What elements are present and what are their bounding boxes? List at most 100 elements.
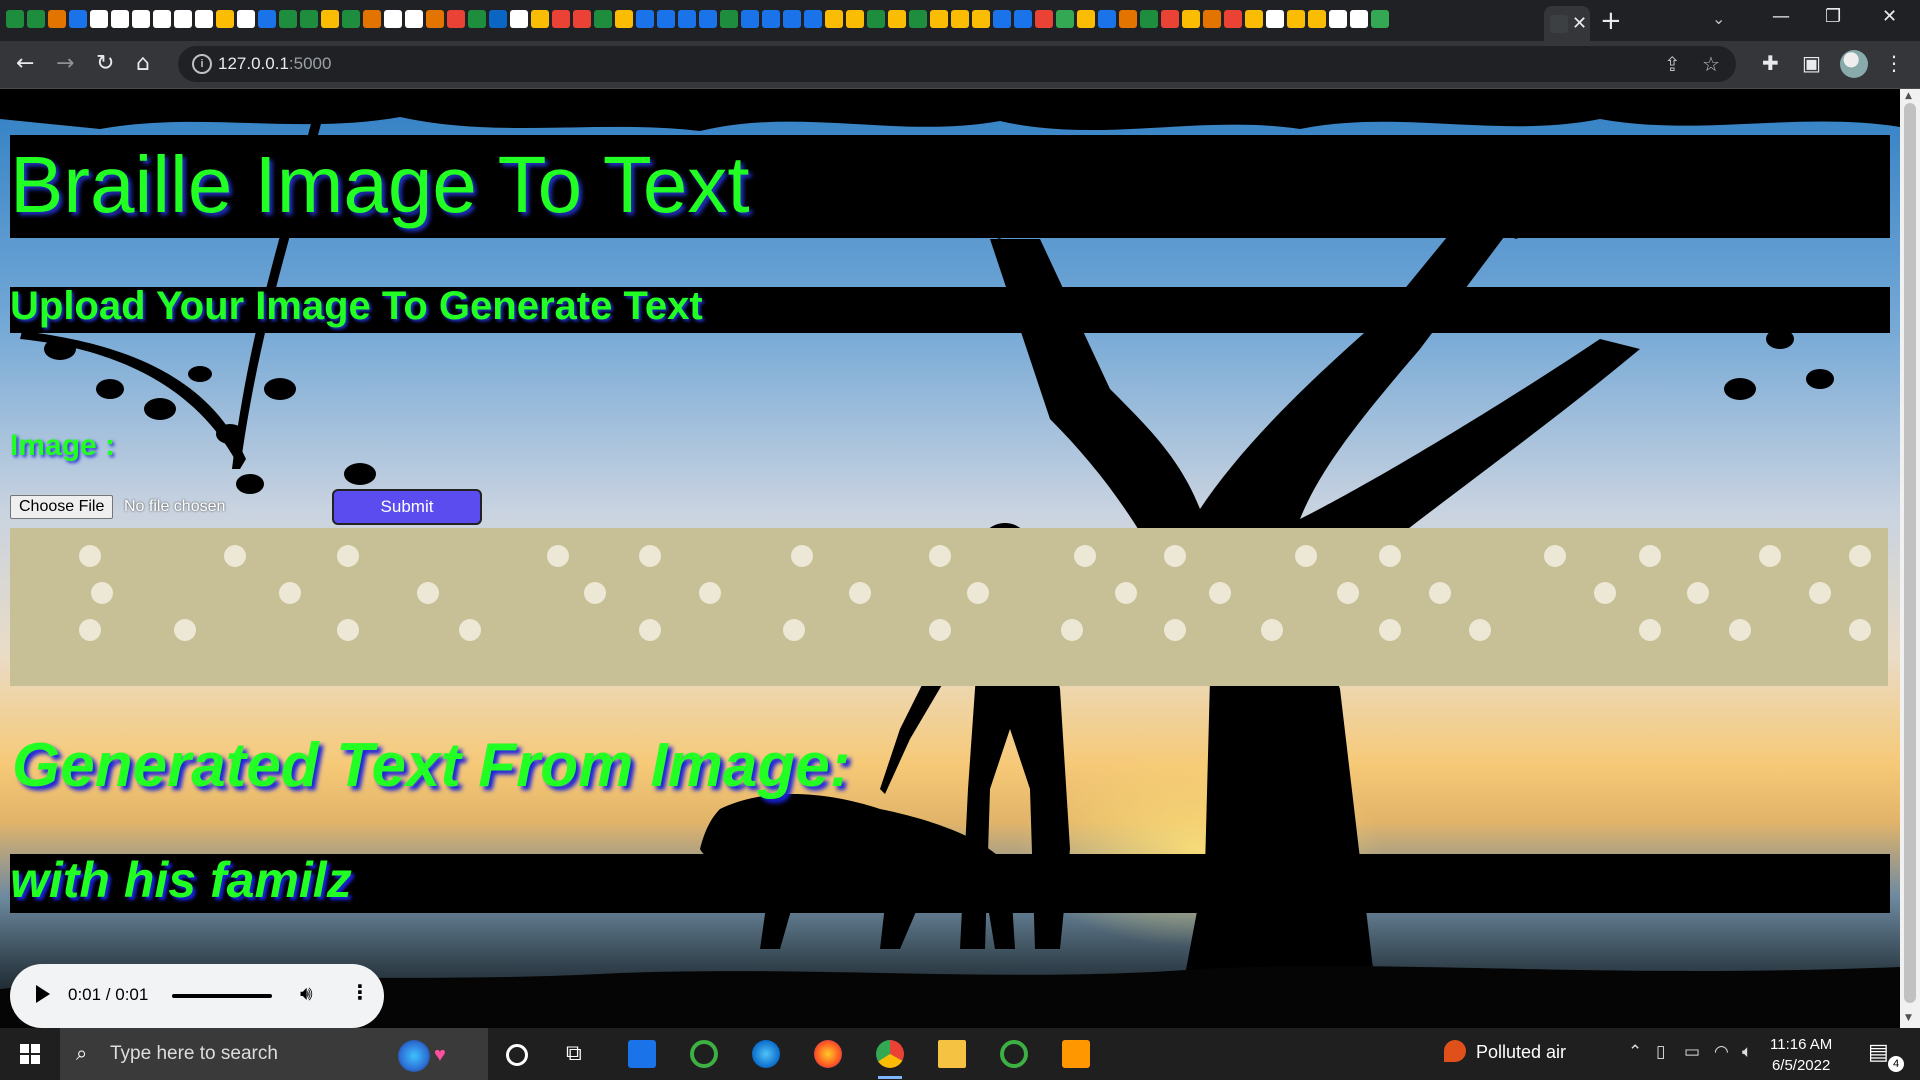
tab-favicon-icon[interactable] [363,10,381,28]
tab-favicon-icon[interactable] [1371,10,1389,28]
tab-favicon-icon[interactable] [153,10,171,28]
tab-favicon-icon[interactable] [531,10,549,28]
scroll-thumb[interactable] [1904,103,1916,1003]
tab-favicon-icon[interactable] [1119,10,1137,28]
tab-favicon-icon[interactable] [48,10,66,28]
tab-favicon-icon[interactable] [489,10,507,28]
tab-favicon-icon[interactable] [993,10,1011,28]
tab-favicon-icon[interactable] [195,10,213,28]
tab-favicon-icon[interactable] [69,10,87,28]
tab-favicon-icon[interactable] [1287,10,1305,28]
tab-favicon-icon[interactable] [321,10,339,28]
system-clock[interactable]: 11:16 AM 6/5/2022 [1770,1034,1832,1076]
cortana-icon[interactable] [506,1044,528,1066]
tab-favicon-icon[interactable] [972,10,990,28]
notification-icon[interactable]: ▤ [1868,1040,1889,1065]
tab-favicon-icon[interactable] [132,10,150,28]
home-icon[interactable]: ⌂ [136,51,150,76]
tab-favicon-icon[interactable] [615,10,633,28]
tab-favicon-icon[interactable] [888,10,906,28]
tab-favicon-icon[interactable] [1182,10,1200,28]
file-explorer-icon[interactable] [938,1040,966,1068]
tab-favicon-icon[interactable] [258,10,276,28]
forward-arrow-icon[interactable]: → [56,51,74,76]
tab-favicon-icon[interactable] [1245,10,1263,28]
volume-tray-icon[interactable]: 🔈︎ [1742,1042,1752,1062]
back-arrow-icon[interactable]: ← [16,51,34,76]
tab-favicon-icon[interactable] [174,10,192,28]
address-bar[interactable]: i 127.0.0.1:5000 ⇪ ☆ [178,46,1736,82]
browser-menu-icon[interactable]: ⋮ [1884,51,1904,75]
tab-favicon-icon[interactable] [1098,10,1116,28]
bookmark-star-icon[interactable]: ☆ [1702,52,1720,76]
wifi-icon[interactable]: ◠ [1714,1042,1729,1062]
tab-favicon-icon[interactable] [300,10,318,28]
scroll-up-arrow-icon[interactable]: ▲ [1905,91,1912,101]
weather-widget[interactable]: Polluted air [1444,1040,1566,1063]
tab-favicon-icon[interactable] [1140,10,1158,28]
tab-favicon-icon[interactable] [909,10,927,28]
play-icon[interactable] [36,985,50,1003]
tab-favicon-icon[interactable] [825,10,843,28]
tab-favicon-icon[interactable] [951,10,969,28]
new-tab-button[interactable]: + [1600,6,1622,36]
reload-icon[interactable]: ↻ [96,51,114,76]
tab-favicon-icon[interactable] [1203,10,1221,28]
tab-favicon-icon[interactable] [90,10,108,28]
tab-favicon-icon[interactable] [1350,10,1368,28]
task-view-icon[interactable]: ⧉ [566,1040,594,1068]
profile-avatar[interactable] [1840,50,1868,78]
tray-chevron-icon[interactable]: ⌃ [1628,1042,1642,1062]
tab-favicon-icon[interactable] [552,10,570,28]
tab-favicon-icon[interactable] [1308,10,1326,28]
tab-favicon-icon[interactable] [594,10,612,28]
volume-icon[interactable]: 🔊︎ [300,981,313,1005]
tab-favicon-icon[interactable] [783,10,801,28]
active-tab[interactable]: ✕ [1544,6,1590,41]
audio-more-options-icon[interactable]: ⋮ [350,980,370,1004]
extensions-puzzle-icon[interactable]: ✚ [1762,51,1779,75]
tab-search-chevron-icon[interactable]: ⌄ [1712,9,1725,29]
tab-favicon-icon[interactable] [1161,10,1179,28]
tab-favicon-icon[interactable] [1077,10,1095,28]
site-info-icon[interactable]: i [192,54,212,74]
tab-favicon-icon[interactable] [867,10,885,28]
tab-favicon-icon[interactable] [405,10,423,28]
tab-favicon-icon[interactable] [342,10,360,28]
tab-favicon-icon[interactable] [699,10,717,28]
tab-favicon-icon[interactable] [1266,10,1284,28]
tab-favicon-icon[interactable] [279,10,297,28]
tab-favicon-icon[interactable] [1224,10,1242,28]
restore-button[interactable]: ❐ [1825,6,1841,27]
tab-favicon-icon[interactable] [447,10,465,28]
tab-favicon-icon[interactable] [573,10,591,28]
tab-favicon-icon[interactable] [636,10,654,28]
tab-favicon-icon[interactable] [1035,10,1053,28]
spinner-app-icon[interactable] [690,1040,718,1068]
url-text[interactable]: 127.0.0.1:5000 [218,54,331,74]
minimize-button[interactable]: — [1772,6,1790,27]
tab-favicon-icon[interactable] [846,10,864,28]
windows-start-icon[interactable] [20,1044,40,1064]
battery-icon[interactable]: ▭ [1684,1042,1700,1062]
side-panel-icon[interactable]: ▣ [1802,51,1821,75]
tab-favicon-icon[interactable] [111,10,129,28]
tab-favicon-icon[interactable] [6,10,24,28]
tab-favicon-icon[interactable] [1014,10,1032,28]
tab-favicon-icon[interactable] [237,10,255,28]
submit-button[interactable]: Submit [332,489,482,525]
tab-favicon-icon[interactable] [468,10,486,28]
share-icon[interactable]: ⇪ [1664,52,1681,76]
tab-favicon-icon[interactable] [762,10,780,28]
tab-favicon-icon[interactable] [510,10,528,28]
close-window-button[interactable]: ✕ [1882,6,1897,27]
tab-favicon-icon[interactable] [930,10,948,28]
tab-favicon-icon[interactable] [720,10,738,28]
tab-favicon-icon[interactable] [741,10,759,28]
tab-close-icon[interactable]: ✕ [1572,13,1587,34]
tab-favicon-icon[interactable] [1329,10,1347,28]
taskbar-search-box[interactable]: ⌕ Type here to search ♥ [60,1028,488,1080]
sublime-text-icon[interactable] [1062,1040,1090,1068]
tab-favicon-icon[interactable] [678,10,696,28]
choose-file-button[interactable]: Choose File [10,495,114,519]
